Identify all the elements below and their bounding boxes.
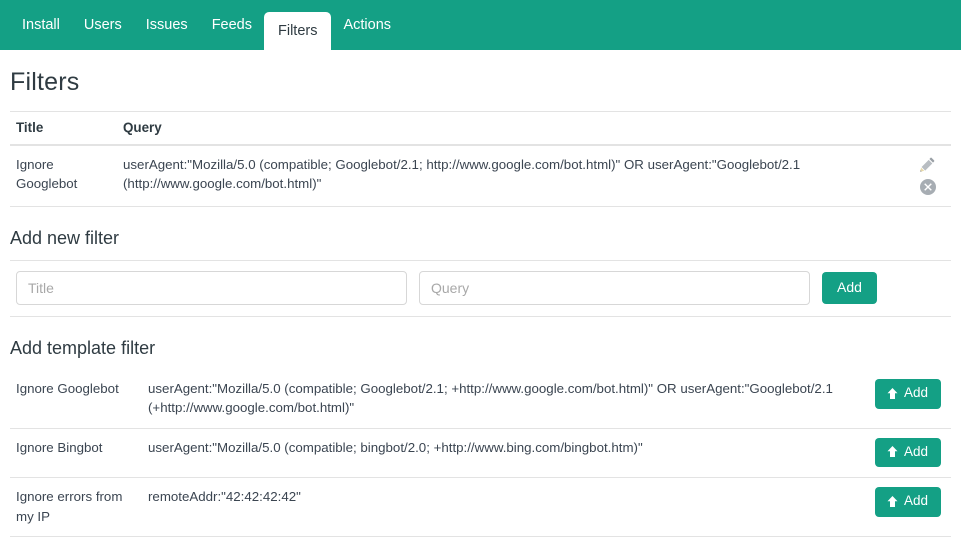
nav-tab-issues[interactable]: Issues: [134, 0, 200, 50]
table-row: Ignore Googlebot userAgent:"Mozilla/5.0 …: [10, 145, 951, 207]
add-template-filter-button[interactable]: Add: [874, 379, 941, 409]
add-new-filter-form: Add: [10, 260, 951, 317]
circle-x-icon[interactable]: [919, 178, 937, 196]
nav-tab-install[interactable]: Install: [10, 0, 72, 50]
table-row: Ignore Bingbot userAgent:"Mozilla/5.0 (c…: [10, 428, 951, 479]
add-template-filter-label: Add: [903, 443, 928, 459]
add-filter-button[interactable]: Add: [822, 271, 877, 305]
column-header-query: Query: [117, 111, 899, 146]
filter-title: Ignore Googlebot: [10, 145, 117, 207]
column-header-actions: [899, 111, 951, 146]
table-row: Ignore Googlebot userAgent:"Mozilla/5.0 …: [10, 370, 951, 429]
template-filter-query: userAgent:"Mozilla/5.0 (compatible; bing…: [142, 428, 846, 479]
filter-row-actions: [899, 145, 951, 207]
table-row: Ignore errors from my IP remoteAddr:"42:…: [10, 477, 951, 537]
main-navbar: Install Users Issues Feeds Filters Actio…: [0, 0, 961, 50]
template-filter-title: Ignore errors from my IP: [10, 477, 142, 537]
nav-tab-users[interactable]: Users: [72, 0, 134, 50]
add-new-filter-heading: Add new filter: [10, 228, 120, 248]
page-content: Filters Title Query Ignore Googlebot use…: [0, 68, 961, 537]
add-template-filter-button[interactable]: Add: [874, 487, 941, 518]
template-filter-query: remoteAddr:"42:42:42:42": [142, 477, 846, 537]
new-filter-title-input[interactable]: [16, 271, 407, 305]
new-filter-query-input[interactable]: [419, 271, 810, 305]
arrow-up-icon: [886, 445, 899, 458]
template-filter-actions: Add: [846, 370, 951, 429]
add-template-filter-label: Add: [903, 385, 928, 400]
template-filter-title: Ignore Googlebot: [10, 370, 142, 429]
template-filter-query: userAgent:"Mozilla/5.0 (compatible; Goog…: [142, 370, 846, 429]
template-filters-table: Ignore Googlebot userAgent:"Mozilla/5.0 …: [10, 370, 951, 537]
nav-tab-actions[interactable]: Actions: [331, 0, 403, 50]
nav-tab-filters[interactable]: Filters: [264, 12, 332, 50]
add-template-filter-button[interactable]: Add: [874, 437, 941, 468]
filter-query: userAgent:"Mozilla/5.0 (compatible; Goog…: [117, 145, 899, 207]
pencil-icon[interactable]: [919, 156, 937, 174]
template-filter-actions: Add: [846, 477, 951, 537]
add-template-filter-heading: Add template filter: [10, 338, 156, 358]
column-header-title: Title: [10, 111, 117, 146]
page-title: Filters: [10, 68, 80, 96]
filters-table-header-row: Title Query: [10, 111, 951, 146]
nav-tab-feeds[interactable]: Feeds: [200, 0, 264, 50]
add-template-filter-label: Add: [903, 493, 928, 509]
arrow-up-icon: [886, 387, 899, 400]
arrow-up-icon: [886, 495, 899, 508]
template-filter-actions: Add: [846, 428, 951, 479]
template-filter-title: Ignore Bingbot: [10, 428, 142, 479]
filters-table: Title Query Ignore Googlebot userAgent:"…: [10, 111, 951, 207]
